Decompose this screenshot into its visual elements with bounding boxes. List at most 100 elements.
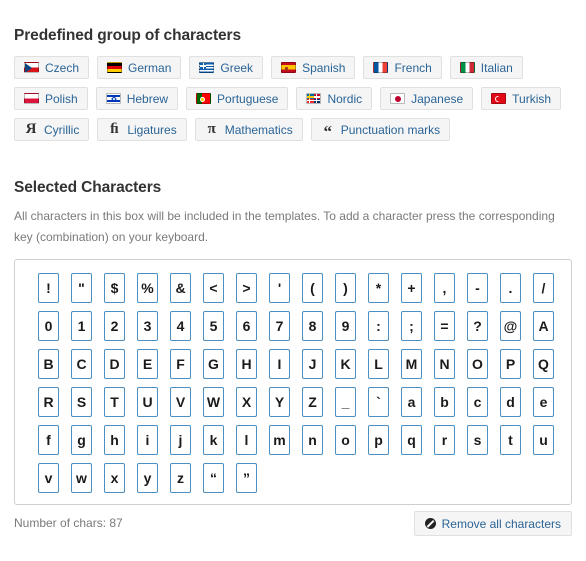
character-cell[interactable]: u	[533, 425, 554, 455]
character-cell[interactable]: =	[434, 311, 455, 341]
character-cell[interactable]: T	[104, 387, 125, 417]
character-cell[interactable]: D	[104, 349, 125, 379]
character-cell[interactable]: 5	[203, 311, 224, 341]
character-cell[interactable]: g	[71, 425, 92, 455]
character-cell[interactable]: @	[500, 311, 521, 341]
character-cell[interactable]: H	[236, 349, 257, 379]
character-cell[interactable]: &	[170, 273, 191, 303]
character-cell[interactable]: 3	[137, 311, 158, 341]
character-cell[interactable]: X	[236, 387, 257, 417]
character-cell[interactable]: y	[137, 463, 158, 493]
predefined-group-button-czech[interactable]: Czech	[14, 56, 90, 79]
character-cell[interactable]: :	[368, 311, 389, 341]
character-cell[interactable]: %	[137, 273, 158, 303]
predefined-group-button-german[interactable]: German	[97, 56, 182, 79]
character-cell[interactable]: h	[104, 425, 125, 455]
character-cell[interactable]: Z	[302, 387, 323, 417]
character-cell[interactable]: q	[401, 425, 422, 455]
character-cell[interactable]: Q	[533, 349, 554, 379]
character-cell[interactable]: F	[170, 349, 191, 379]
character-cell[interactable]: (	[302, 273, 323, 303]
character-cell[interactable]: i	[137, 425, 158, 455]
character-cell[interactable]: J	[302, 349, 323, 379]
character-cell[interactable]: c	[467, 387, 488, 417]
predefined-group-button-punctuation-marks[interactable]: “ Punctuation marks	[310, 118, 451, 141]
character-cell[interactable]: *	[368, 273, 389, 303]
character-cell[interactable]: _	[335, 387, 356, 417]
character-cell[interactable]: r	[434, 425, 455, 455]
character-cell[interactable]: .	[500, 273, 521, 303]
character-cell[interactable]: !	[38, 273, 59, 303]
character-cell[interactable]: 1	[71, 311, 92, 341]
character-cell[interactable]: A	[533, 311, 554, 341]
predefined-group-button-portuguese[interactable]: Portuguese	[186, 87, 289, 110]
predefined-group-button-hebrew[interactable]: Hebrew	[95, 87, 179, 110]
character-cell[interactable]: )	[335, 273, 356, 303]
character-cell[interactable]: L	[368, 349, 389, 379]
character-cell[interactable]: <	[203, 273, 224, 303]
character-cell[interactable]: "	[71, 273, 92, 303]
character-cell[interactable]: C	[71, 349, 92, 379]
character-cell[interactable]: w	[71, 463, 92, 493]
character-cell[interactable]: R	[38, 387, 59, 417]
character-cell[interactable]: O	[467, 349, 488, 379]
character-cell[interactable]: Y	[269, 387, 290, 417]
selected-characters-box[interactable]: ! " $% & < > ' () * +, -. / 0 1 2 3 4 5 6 7 8 9:; =? @ A B C D E F G H I…	[14, 259, 572, 505]
character-cell[interactable]: S	[71, 387, 92, 417]
character-cell[interactable]: 6	[236, 311, 257, 341]
character-cell[interactable]: k	[203, 425, 224, 455]
character-cell[interactable]: “	[203, 463, 224, 493]
character-cell[interactable]: `	[368, 387, 389, 417]
predefined-group-button-polish[interactable]: Polish	[14, 87, 88, 110]
character-cell[interactable]: v	[38, 463, 59, 493]
character-cell[interactable]: e	[533, 387, 554, 417]
character-cell[interactable]: >	[236, 273, 257, 303]
character-cell[interactable]: f	[38, 425, 59, 455]
predefined-group-button-nordic[interactable]: Nordic	[296, 87, 373, 110]
character-cell[interactable]: 2	[104, 311, 125, 341]
character-cell[interactable]: d	[500, 387, 521, 417]
character-cell[interactable]: j	[170, 425, 191, 455]
character-cell[interactable]: s	[467, 425, 488, 455]
character-cell[interactable]: -	[467, 273, 488, 303]
character-cell[interactable]: ,	[434, 273, 455, 303]
character-cell[interactable]: K	[335, 349, 356, 379]
character-cell[interactable]: o	[335, 425, 356, 455]
character-cell[interactable]: I	[269, 349, 290, 379]
predefined-group-button-greek[interactable]: Greek	[189, 56, 264, 79]
character-cell[interactable]: N	[434, 349, 455, 379]
character-cell[interactable]: E	[137, 349, 158, 379]
character-cell[interactable]: ”	[236, 463, 257, 493]
remove-all-characters-button[interactable]: Remove all characters	[413, 511, 572, 536]
character-cell[interactable]: 7	[269, 311, 290, 341]
predefined-group-button-italian[interactable]: Italian	[449, 56, 523, 79]
character-cell[interactable]: z	[170, 463, 191, 493]
character-cell[interactable]: a	[401, 387, 422, 417]
predefined-group-button-turkish[interactable]: Turkish	[481, 87, 562, 110]
character-cell[interactable]: m	[269, 425, 290, 455]
character-cell[interactable]: l	[236, 425, 257, 455]
character-cell[interactable]: ;	[401, 311, 422, 341]
character-cell[interactable]: ?	[467, 311, 488, 341]
character-cell[interactable]: x	[104, 463, 125, 493]
character-cell[interactable]: p	[368, 425, 389, 455]
character-cell[interactable]: 9	[335, 311, 356, 341]
character-cell[interactable]: /	[533, 273, 554, 303]
predefined-group-button-french[interactable]: French	[363, 56, 442, 79]
character-cell[interactable]: M	[401, 349, 422, 379]
character-cell[interactable]: t	[500, 425, 521, 455]
character-cell[interactable]: B	[38, 349, 59, 379]
character-cell[interactable]: 4	[170, 311, 191, 341]
character-cell[interactable]: '	[269, 273, 290, 303]
character-cell[interactable]: +	[401, 273, 422, 303]
predefined-group-button-japanese[interactable]: Japanese	[380, 87, 474, 110]
character-cell[interactable]: W	[203, 387, 224, 417]
predefined-group-button-spanish[interactable]: Spanish	[271, 56, 356, 79]
character-cell[interactable]: U	[137, 387, 158, 417]
character-cell[interactable]: V	[170, 387, 191, 417]
character-cell[interactable]: b	[434, 387, 455, 417]
character-cell[interactable]: 8	[302, 311, 323, 341]
character-cell[interactable]: P	[500, 349, 521, 379]
character-cell[interactable]: n	[302, 425, 323, 455]
character-cell[interactable]: 0	[38, 311, 59, 341]
